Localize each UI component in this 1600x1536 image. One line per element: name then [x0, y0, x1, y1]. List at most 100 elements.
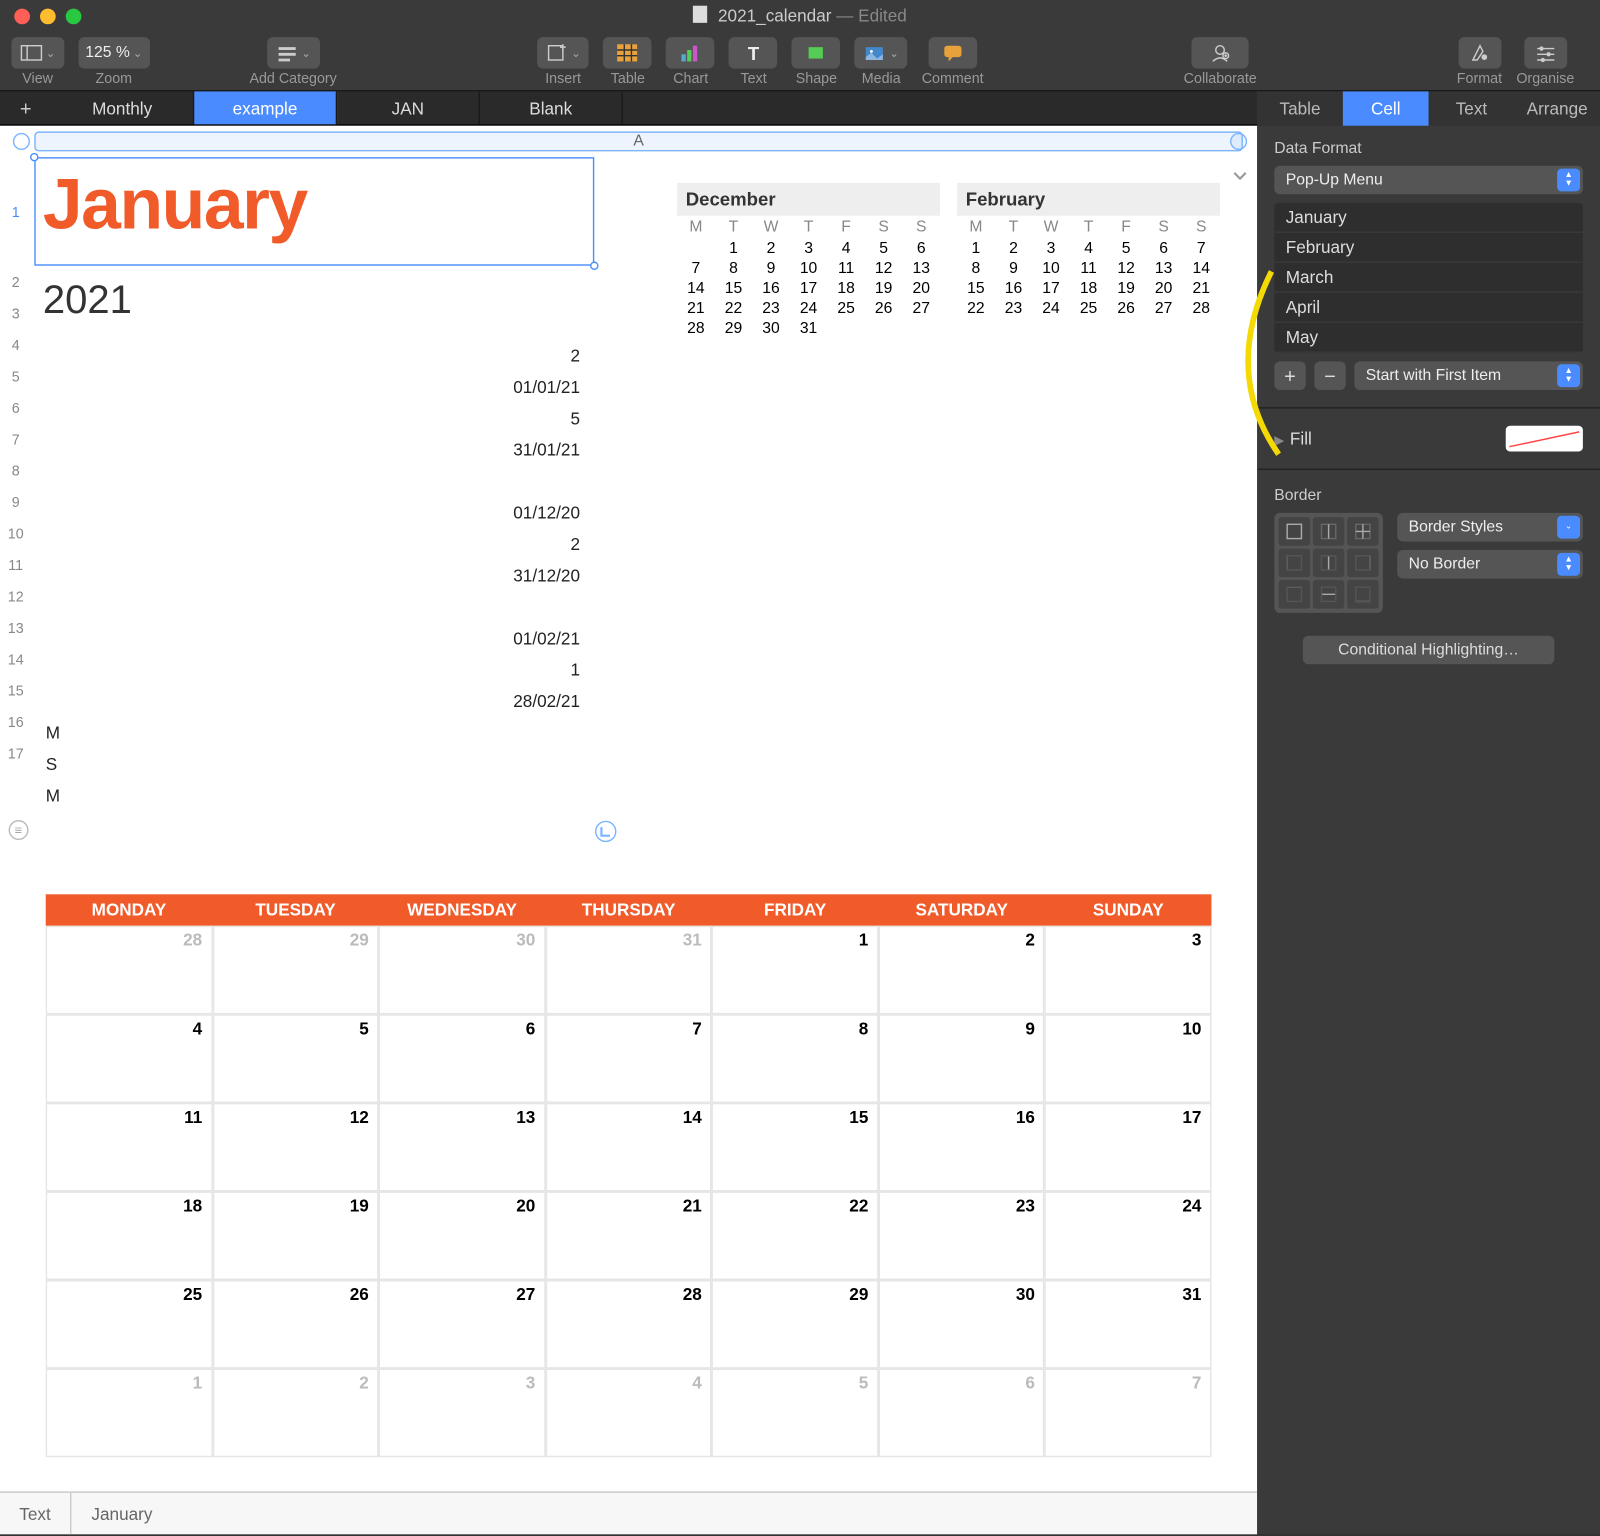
calendar-day[interactable]: 11 [46, 1103, 213, 1192]
calendar-day[interactable]: 8 [712, 1014, 879, 1103]
data-format-select[interactable]: Pop-Up Menu ▲▼ [1274, 166, 1583, 195]
data-cell[interactable]: M [40, 717, 583, 748]
data-cell[interactable]: 2 [40, 340, 583, 371]
row-number[interactable]: 17 [3, 740, 29, 771]
text-button[interactable]: T [729, 37, 778, 68]
add-sheet-button[interactable]: + [0, 91, 51, 124]
calendar-day[interactable]: 17 [1045, 1103, 1212, 1192]
calendar-day[interactable]: 4 [46, 1014, 213, 1103]
row-number[interactable]: 9 [3, 489, 29, 520]
row-number[interactable]: 10 [3, 520, 29, 551]
data-cell[interactable]: 01/02/21 [40, 623, 583, 654]
sheet-tab[interactable]: Monthly [51, 91, 194, 124]
calendar-day[interactable]: 7 [1045, 1369, 1212, 1458]
inspector-tab[interactable]: Text [1429, 91, 1515, 125]
row-number[interactable]: 11 [3, 551, 29, 582]
calendar-day[interactable]: 14 [545, 1103, 712, 1192]
table-corner-icon[interactable] [594, 820, 617, 843]
calendar-day[interactable]: 20 [379, 1191, 546, 1280]
canvas[interactable]: A 1234567891011121314151617 January 2021… [0, 126, 1257, 1492]
data-cell[interactable]: 28/02/21 [40, 686, 583, 717]
sheet-tab[interactable]: example [194, 91, 337, 124]
calendar-day[interactable]: 24 [1045, 1191, 1212, 1280]
calendar-day[interactable]: 22 [712, 1191, 879, 1280]
sheet-tab[interactable]: JAN [337, 91, 480, 124]
popup-option[interactable]: March [1274, 263, 1583, 293]
calendar-day[interactable]: 19 [212, 1191, 379, 1280]
calendar-day[interactable]: 5 [212, 1014, 379, 1103]
row-number[interactable]: 6 [3, 394, 29, 425]
data-cell[interactable]: 01/12/20 [40, 497, 583, 528]
column-handle-right-icon[interactable] [1230, 133, 1247, 150]
start-with-select[interactable]: Start with First Item ▲▼ [1354, 361, 1583, 390]
calendar-day[interactable]: 15 [712, 1103, 879, 1192]
calendar-day[interactable]: 30 [379, 926, 546, 1015]
calendar-day[interactable]: 4 [545, 1369, 712, 1458]
calendar-day[interactable]: 25 [46, 1280, 213, 1369]
calendar-day[interactable]: 31 [545, 926, 712, 1015]
calendar-day[interactable]: 2 [878, 926, 1045, 1015]
calendar-day[interactable]: 26 [212, 1280, 379, 1369]
zoom-button[interactable]: 125 %⌄ [78, 37, 149, 68]
row-number[interactable]: 2 [3, 269, 29, 300]
column-header[interactable]: A [34, 131, 1243, 151]
calendar-day[interactable]: 23 [878, 1191, 1045, 1280]
comment-button[interactable] [928, 37, 977, 68]
sheet-tab[interactable]: Blank [480, 91, 623, 124]
calendar-day[interactable]: 9 [878, 1014, 1045, 1103]
shape-button[interactable] [792, 37, 841, 68]
row-number[interactable]: 7 [3, 426, 29, 457]
popup-option[interactable]: February [1274, 233, 1583, 263]
popup-option[interactable]: May [1274, 323, 1583, 353]
table-button[interactable] [604, 37, 653, 68]
organise-button[interactable] [1524, 37, 1567, 68]
calendar-day[interactable]: 1 [46, 1369, 213, 1458]
insert-button[interactable]: ⌄ [537, 37, 589, 68]
data-cell[interactable]: M [40, 780, 583, 811]
conditional-highlighting-button[interactable]: Conditional Highlighting… [1303, 636, 1554, 665]
calendar-day[interactable]: 16 [878, 1103, 1045, 1192]
data-cell[interactable]: 1 [40, 654, 583, 685]
inspector-tab[interactable]: Arrange [1514, 91, 1600, 125]
media-button[interactable]: ⌄ [855, 37, 907, 68]
calendar-day[interactable]: 18 [46, 1191, 213, 1280]
row-number[interactable]: 5 [3, 363, 29, 394]
data-cell[interactable]: 31/12/20 [40, 560, 583, 591]
calendar-day[interactable]: 13 [379, 1103, 546, 1192]
calendar-day[interactable]: 3 [1045, 926, 1212, 1015]
row-number[interactable]: 13 [3, 614, 29, 645]
calendar-day[interactable]: 27 [379, 1280, 546, 1369]
data-cell[interactable]: 2 [40, 529, 583, 560]
calendar-day[interactable]: 29 [212, 926, 379, 1015]
row-number[interactable]: 3 [3, 300, 29, 331]
popup-option[interactable]: January [1274, 203, 1583, 233]
inspector-tab[interactable]: Table [1257, 91, 1343, 125]
data-cell[interactable]: 31/01/21 [40, 434, 583, 465]
column-menu-icon[interactable] [1231, 166, 1248, 183]
popup-option[interactable]: April [1274, 293, 1583, 323]
disclosure-icon[interactable]: ▶ [1274, 433, 1284, 447]
calendar-day[interactable]: 30 [878, 1280, 1045, 1369]
data-cell[interactable] [40, 591, 583, 622]
row-number[interactable]: 16 [3, 709, 29, 740]
selection-handle-icon[interactable] [30, 153, 39, 162]
selection-handle-icon[interactable] [590, 261, 599, 270]
row-number[interactable]: 12 [3, 583, 29, 614]
row-number[interactable]: 15 [3, 677, 29, 708]
calendar-day[interactable]: 7 [545, 1014, 712, 1103]
calendar-day[interactable]: 5 [712, 1369, 879, 1458]
border-styles-select[interactable]: Border Styles⌄ [1397, 513, 1583, 542]
calendar-day[interactable]: 1 [712, 926, 879, 1015]
calendar-day[interactable]: 28 [545, 1280, 712, 1369]
calendar-day[interactable]: 6 [379, 1014, 546, 1103]
calendar-day[interactable]: 6 [878, 1369, 1045, 1458]
row-number[interactable]: 4 [3, 331, 29, 362]
remove-option-button[interactable]: − [1314, 361, 1345, 390]
fill-swatch[interactable] [1506, 426, 1583, 452]
border-picker[interactable] [1274, 513, 1383, 613]
data-cell[interactable]: 01/01/21 [40, 371, 583, 402]
popup-options-list[interactable]: JanuaryFebruaryMarchAprilMay [1274, 203, 1583, 353]
calendar-day[interactable]: 10 [1045, 1014, 1212, 1103]
view-button[interactable]: ⌄ [11, 37, 63, 68]
border-type-select[interactable]: No Border▲▼ [1397, 550, 1583, 579]
